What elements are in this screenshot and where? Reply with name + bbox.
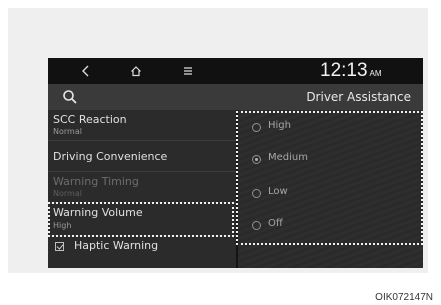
menu-item-warning-timing: Warning Timing Normal [48,172,236,203]
warning-volume-callout [48,202,234,237]
clock-ampm: AM [369,69,382,78]
options-callout [236,111,423,245]
menu-item-label: Warning Timing [53,175,139,188]
status-bar: 12:13 AM [48,58,423,84]
page-title: Driver Assistance [306,90,411,104]
search-icon[interactable] [60,87,80,107]
image-code: OIK072147N [375,292,433,303]
menu-item-value: Normal [53,127,82,136]
menu-item-label: Haptic Warning [74,239,159,252]
menu-item-value: Normal [53,189,82,198]
infotainment-screen: 12:13 AM Driver Assistance SCC Reaction N… [48,58,423,268]
menu-item-scc-reaction[interactable]: SCC Reaction Normal [48,110,236,141]
menu-item-haptic-warning[interactable]: Haptic Warning [48,236,236,268]
menu-item-label: SCC Reaction [53,113,127,126]
checkbox-icon[interactable] [55,242,64,251]
clock: 12:13 AM [320,58,382,84]
menu-item-driving-convenience[interactable]: Driving Convenience [48,141,236,172]
header-bar: Driver Assistance [48,84,423,110]
clock-time: 12:13 [320,60,368,81]
settings-menu-list: SCC Reaction Normal Driving Convenience … [48,110,236,268]
menu-item-label: Driving Convenience [53,150,168,163]
figure-frame: 12:13 AM Driver Assistance SCC Reaction N… [8,8,428,273]
back-icon[interactable] [74,58,98,84]
home-icon[interactable] [124,58,148,84]
menu-icon[interactable] [176,58,200,84]
